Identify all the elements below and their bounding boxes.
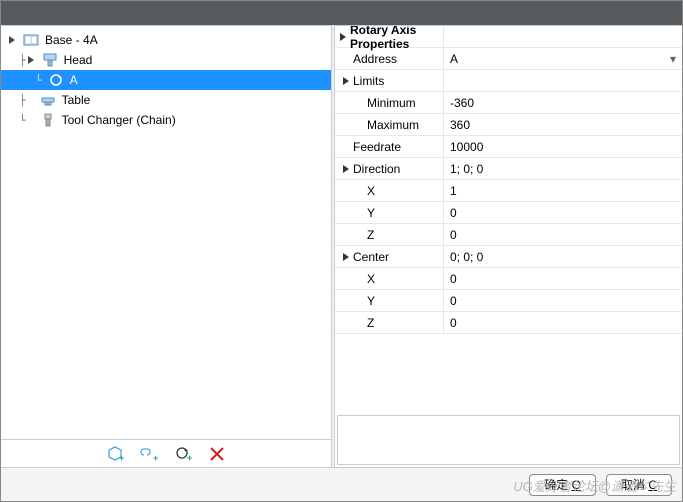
tree-pane: Base - 4A ├ Head └ — [1, 25, 331, 467]
tree-row-toolchanger[interactable]: └ Tool Changer (Chain) — [1, 110, 331, 130]
tree-label: Tool Changer (Chain) — [60, 113, 176, 127]
expander-icon[interactable] — [341, 76, 351, 85]
add-link-button[interactable]: + — [139, 444, 159, 464]
ok-button[interactable]: 确定 O — [529, 474, 596, 496]
tree-label: A — [68, 73, 78, 87]
add-rotary-button[interactable]: + — [173, 444, 193, 464]
description-box — [337, 415, 680, 465]
svg-text:+: + — [153, 453, 158, 463]
tree-row-a[interactable]: └ A — [1, 70, 331, 90]
prop-center-z[interactable]: Z 0 — [335, 312, 682, 334]
tree: Base - 4A ├ Head └ — [1, 26, 331, 439]
prop-center-y[interactable]: Y 0 — [335, 290, 682, 312]
tree-connector: ├ — [19, 54, 26, 67]
prop-address[interactable]: Address A ▾ — [335, 48, 682, 70]
expander-icon[interactable] — [7, 34, 19, 46]
expander-icon[interactable] — [26, 54, 38, 66]
prop-maximum[interactable]: Maximum 360 — [335, 114, 682, 136]
prop-limits[interactable]: Limits — [335, 70, 682, 92]
expander-icon[interactable] — [341, 164, 351, 173]
machine-icon — [23, 32, 39, 48]
table-icon — [40, 92, 56, 108]
cancel-button[interactable]: 取消 C — [606, 474, 672, 496]
property-grid: Rotary Axis Properties Address A ▾ Limit… — [335, 26, 682, 415]
prop-center[interactable]: Center 0; 0; 0 — [335, 246, 682, 268]
app-window: Base - 4A ├ Head └ — [0, 0, 683, 502]
svg-text:+: + — [187, 453, 192, 463]
tree-connector: └ — [35, 74, 42, 87]
prop-direction-z[interactable]: Z 0 — [335, 224, 682, 246]
tree-connector: ├ — [19, 94, 26, 107]
dropdown-icon[interactable]: ▾ — [670, 52, 676, 66]
tree-label: Table — [60, 93, 91, 107]
add-component-button[interactable]: + — [105, 444, 125, 464]
header-title: Rotary Axis Properties — [350, 26, 443, 51]
dialog-button-bar: 确定 O 取消 C — [1, 467, 682, 501]
prop-direction-x[interactable]: X 1 — [335, 180, 682, 202]
expander-icon[interactable] — [339, 32, 348, 41]
tree-row-table[interactable]: ├ Table — [1, 90, 331, 110]
delete-button[interactable] — [207, 444, 227, 464]
prop-center-x[interactable]: X 0 — [335, 268, 682, 290]
properties-pane: Rotary Axis Properties Address A ▾ Limit… — [335, 25, 682, 467]
tree-connector: └ — [19, 114, 26, 127]
prop-direction-y[interactable]: Y 0 — [335, 202, 682, 224]
rotary-axis-icon — [48, 72, 64, 88]
tool-changer-icon — [40, 112, 56, 128]
main-area: Base - 4A ├ Head └ — [1, 25, 682, 467]
tree-label: Head — [62, 53, 93, 67]
prop-direction[interactable]: Direction 1; 0; 0 — [335, 158, 682, 180]
property-header: Rotary Axis Properties — [335, 26, 682, 48]
expander-icon[interactable] — [341, 252, 351, 261]
tree-row-head[interactable]: ├ Head — [1, 50, 331, 70]
head-icon — [42, 52, 58, 68]
prop-minimum[interactable]: Minimum -360 — [335, 92, 682, 114]
prop-feedrate[interactable]: Feedrate 10000 — [335, 136, 682, 158]
tree-label: Base - 4A — [43, 33, 98, 47]
tree-row-base[interactable]: Base - 4A — [1, 30, 331, 50]
tree-toolbar: + + + — [1, 439, 331, 467]
titlebar[interactable] — [1, 1, 682, 25]
svg-text:+: + — [119, 453, 124, 463]
